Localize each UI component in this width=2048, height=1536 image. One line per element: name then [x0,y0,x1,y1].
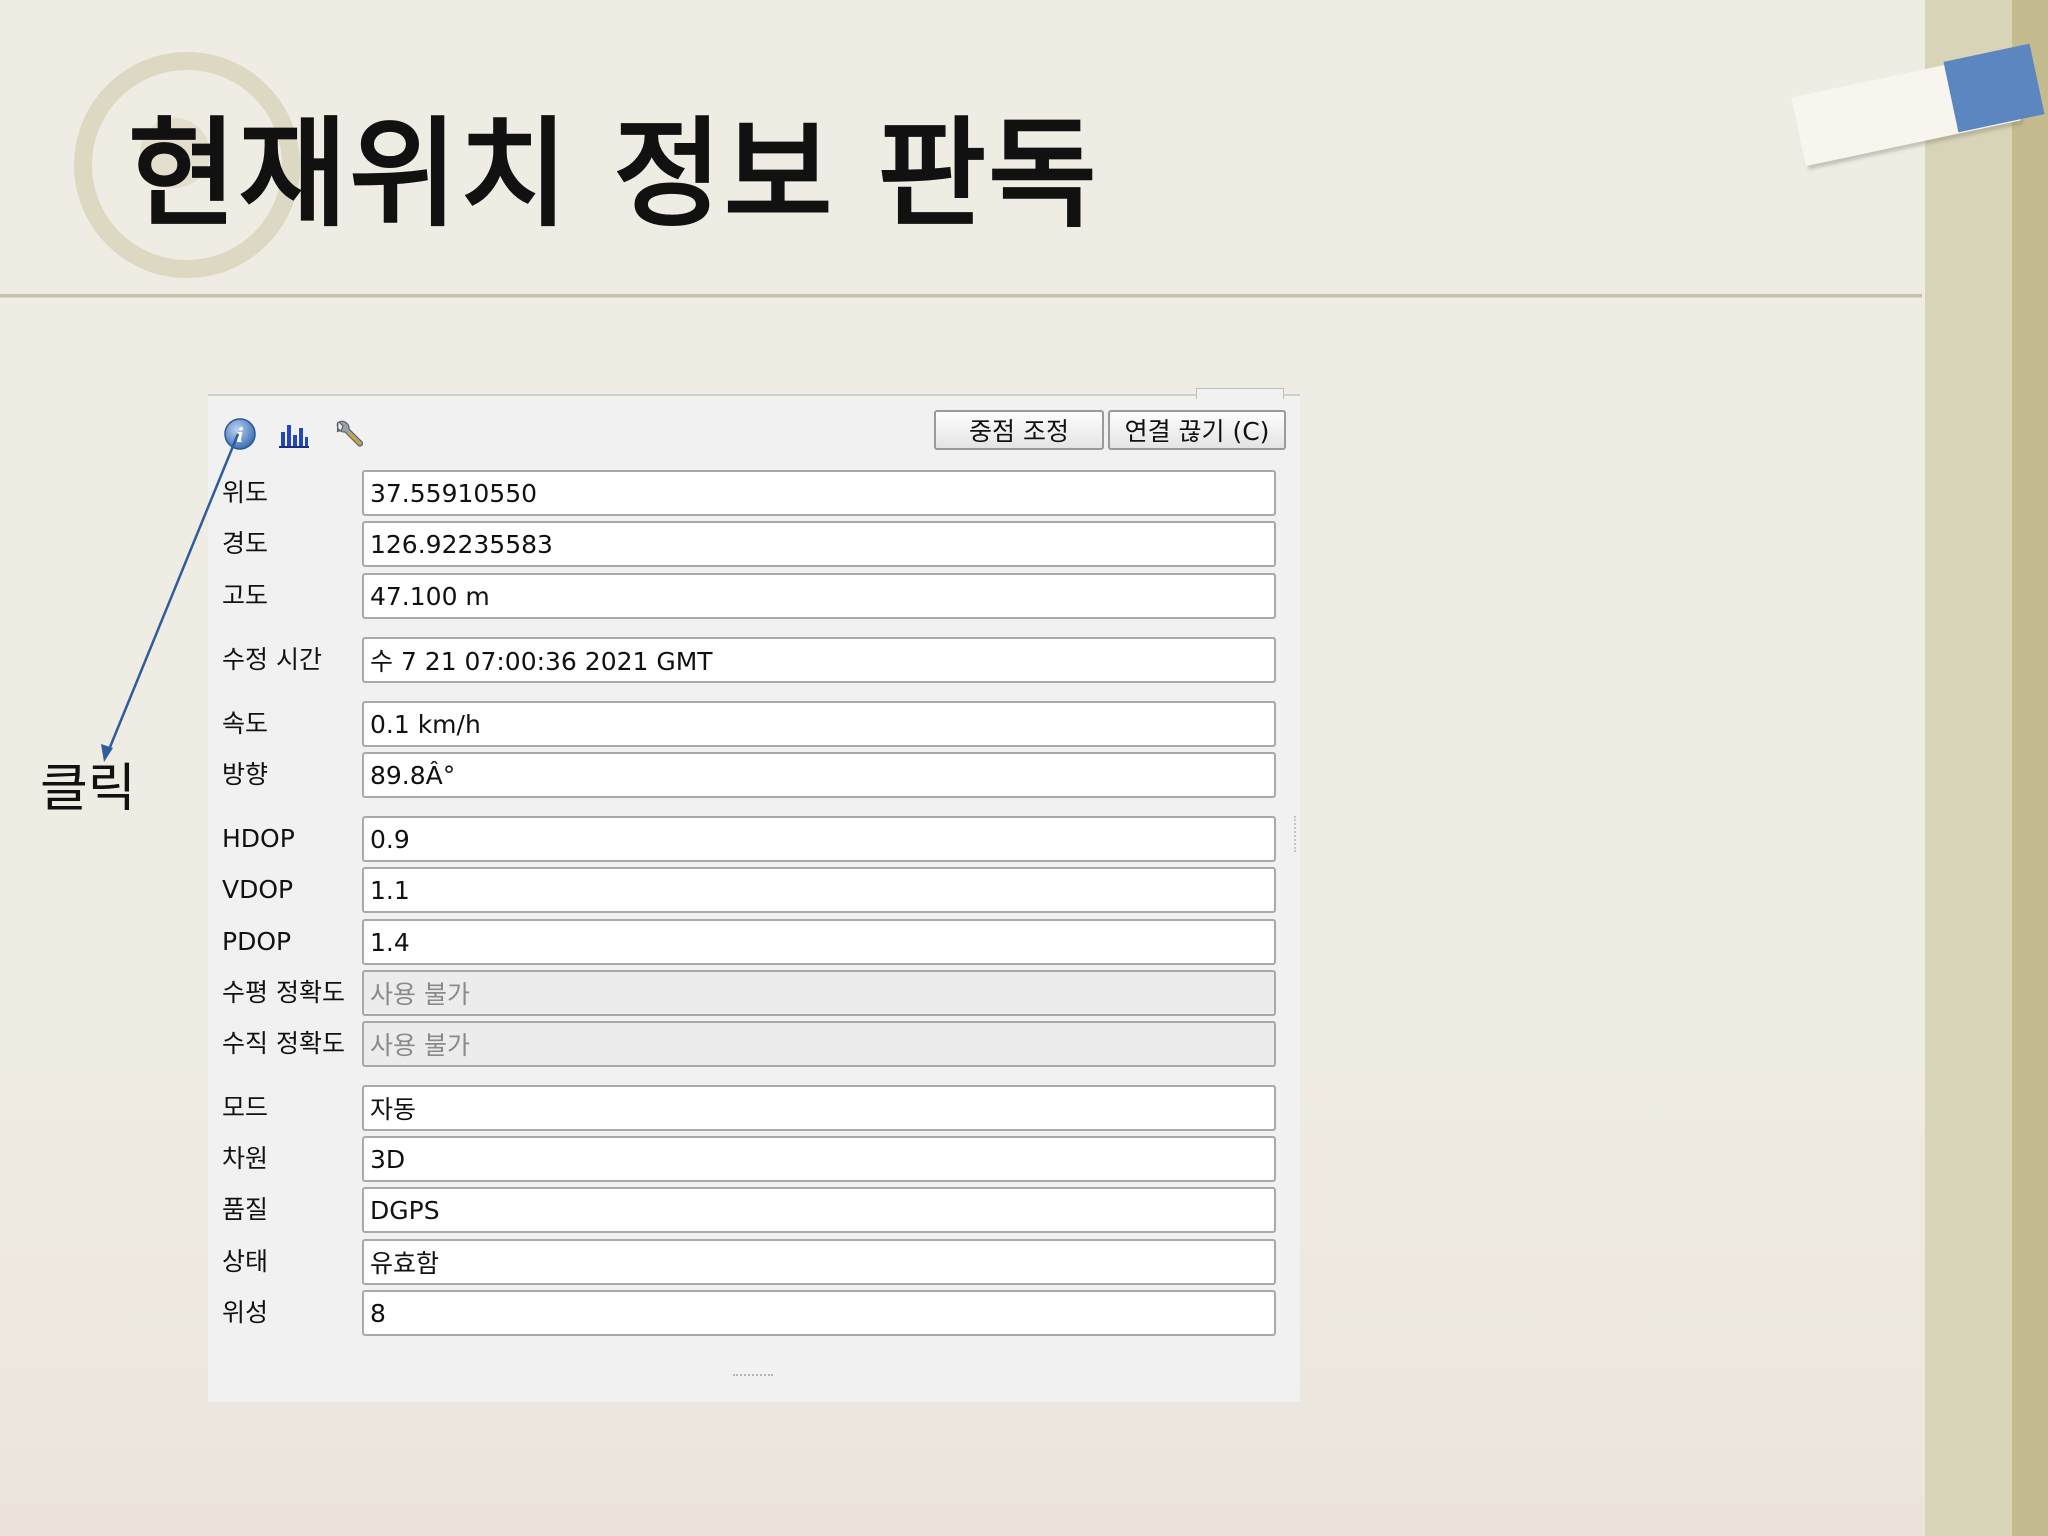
field-row-longitude: 경도 [208,521,1300,567]
svg-text:i: i [236,423,244,447]
field-row-speed: 속도 [208,701,1300,747]
fix-time-field[interactable] [362,637,1276,683]
longitude-label: 경도 [222,529,269,558]
vdop-field[interactable] [362,867,1276,913]
field-row-quality: 품질 [208,1187,1300,1233]
field-row-latitude: 위도 [208,470,1300,516]
pdop-label: PDOP [222,927,292,956]
pdop-field[interactable] [362,919,1276,965]
vertical-accuracy-label: 수직 정확도 [222,1029,345,1058]
satellites-label: 위성 [222,1298,269,1327]
slide-right-band-accent [2012,0,2048,1536]
altitude-label: 고도 [222,581,269,610]
horizontal-accuracy-label: 수평 정확도 [222,978,345,1007]
vdop-label: VDOP [222,875,294,904]
latitude-field[interactable] [362,470,1276,516]
field-row-altitude: 고도 [208,573,1300,619]
speed-field[interactable] [362,701,1276,747]
disconnect-button[interactable]: 연결 끊기 (C) [1108,410,1286,450]
panel-tab-stub [1196,388,1284,399]
field-row-vdop: VDOP [208,867,1300,913]
field-row-pdop: PDOP [208,919,1300,965]
field-row-mode: 모드 [208,1085,1300,1131]
altitude-field[interactable] [362,573,1276,619]
field-row-fix-time: 수정 시간 [208,637,1300,683]
chart-icon[interactable] [276,416,312,452]
horizontal-accuracy-field [362,970,1276,1016]
status-field[interactable] [362,1239,1276,1285]
field-row-satellites: 위성 [208,1290,1300,1336]
mode-label: 모드 [222,1093,269,1122]
gps-info-panel: i 중점 조정 연결 끊기 (C) 위도 경도 고도 수정 시간 속도 방향 H [208,388,1300,1402]
field-row-status: 상태 [208,1239,1300,1285]
field-row-horizontal-accuracy: 수평 정확도 [208,970,1300,1016]
field-row-dimension: 차원 [208,1136,1300,1182]
latitude-label: 위도 [222,478,269,507]
wrench-icon[interactable] [330,416,366,452]
speed-label: 속도 [222,709,269,738]
resize-grip-right[interactable] [1294,816,1300,852]
heading-label: 방향 [222,760,269,789]
info-icon[interactable]: i [222,416,258,452]
status-label: 상태 [222,1247,269,1276]
hdop-field[interactable] [362,816,1276,862]
fix-time-label: 수정 시간 [222,645,322,674]
hdop-label: HDOP [222,824,295,853]
slide-title: 현재위치 정보 판독 [128,105,1099,243]
satellites-field[interactable] [362,1290,1276,1336]
click-annotation: 클릭 [40,759,136,819]
dimension-label: 차원 [222,1144,269,1173]
mode-field[interactable] [362,1085,1276,1131]
longitude-field[interactable] [362,521,1276,567]
heading-field[interactable] [362,752,1276,798]
resize-grip-bottom[interactable] [733,1374,773,1380]
vertical-accuracy-field [362,1021,1276,1067]
quality-field[interactable] [362,1187,1276,1233]
title-divider [0,294,1922,298]
quality-label: 품질 [222,1195,269,1224]
dimension-field[interactable] [362,1136,1276,1182]
center-adjust-button[interactable]: 중점 조정 [934,410,1104,450]
field-row-hdop: HDOP [208,816,1300,862]
field-row-heading: 방향 [208,752,1300,798]
field-row-vertical-accuracy: 수직 정확도 [208,1021,1300,1067]
